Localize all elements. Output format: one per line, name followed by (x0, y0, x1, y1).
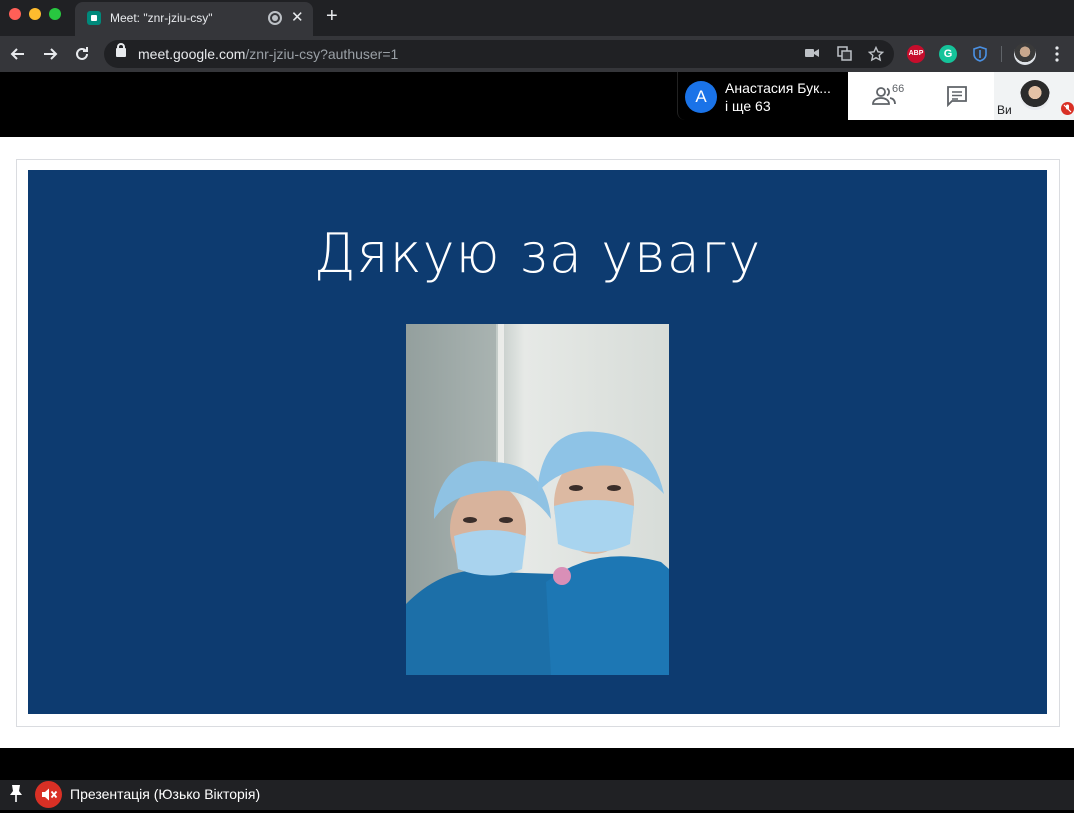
speaker-muted-button[interactable] (35, 781, 62, 808)
arrow-left-icon (10, 48, 24, 60)
address-bar[interactable]: meet.google.com/znr-jziu-csy?authuser=1 (104, 40, 894, 68)
camera-permission-icon[interactable] (804, 46, 820, 62)
star-icon (867, 45, 885, 62)
slide-photo (406, 324, 669, 675)
slide-title: Дякую за увагу (313, 222, 762, 285)
browser-tab-strip: Meet: "znr-jziu-csy" ✕ + (0, 0, 1074, 36)
arrow-right-icon (44, 48, 58, 60)
browser-tab-meet[interactable]: Meet: "znr-jziu-csy" ✕ (75, 2, 313, 36)
chat-icon (947, 86, 967, 108)
meet-favicon-icon (87, 11, 101, 25)
translate-icon[interactable] (836, 46, 852, 62)
tab-close-icon[interactable]: ✕ (291, 8, 304, 26)
url-host: meet.google.com (138, 46, 246, 62)
forward-button[interactable] (38, 42, 62, 66)
browser-menu-icon[interactable] (1050, 42, 1064, 66)
browser-toolbar: meet.google.com/znr-jziu-csy?authuser=1 … (0, 36, 1074, 72)
self-label: Ви (997, 103, 1012, 117)
shield-extension-icon[interactable] (971, 45, 989, 63)
self-avatar (1020, 80, 1050, 110)
participant-avatar: A (685, 81, 717, 113)
speaker-off-icon (42, 788, 58, 801)
profile-avatar[interactable] (1014, 43, 1036, 65)
mic-muted-glyph-icon (1063, 104, 1072, 113)
chat-button[interactable] (946, 85, 968, 108)
photo-two-nurses-image (406, 324, 669, 675)
active-participant-chip[interactable]: A Анастасия Бук... і ще 63 (677, 72, 848, 120)
reload-button[interactable] (70, 42, 94, 66)
presentation-slide: Дякую за увагу (28, 170, 1047, 714)
mic-off-icon (1061, 102, 1074, 115)
tab-title: Meet: "znr-jziu-csy" (110, 11, 213, 25)
url-text[interactable]: meet.google.com/znr-jziu-csy?authuser=1 (138, 46, 398, 62)
meet-bottom-bar: Презентація (Юзько Вікторія) (0, 780, 1074, 810)
toolbar-divider (1001, 46, 1002, 62)
window-maximize-button[interactable] (49, 8, 61, 20)
recording-indicator-icon (268, 11, 282, 25)
url-path: /znr-jziu-csy?authuser=1 (245, 46, 399, 62)
grammarly-extension-icon[interactable]: G (939, 45, 957, 63)
translate-glyph-icon (836, 46, 852, 61)
adblock-extension-icon[interactable]: ABP (907, 45, 925, 63)
participant-name: Анастасия Бук... (725, 80, 831, 96)
participant-more-count: і ще 63 (725, 98, 771, 114)
window-close-button[interactable] (9, 8, 21, 20)
people-count-badge: 66 (892, 83, 905, 95)
video-camera-icon (805, 49, 819, 57)
pin-icon (10, 785, 22, 802)
window-minimize-button[interactable] (29, 8, 41, 20)
new-tab-button[interactable]: + (326, 6, 338, 26)
meet-controls-panel: 66 Ви (848, 72, 1074, 120)
lock-icon[interactable] (116, 43, 126, 57)
pin-button[interactable] (8, 784, 24, 804)
back-button[interactable] (6, 42, 30, 66)
presentation-owner-label: Презентація (Юзько Вікторія) (70, 786, 261, 802)
shield-icon (973, 46, 987, 62)
reload-icon (76, 47, 88, 60)
kebab-menu-icon (1055, 46, 1059, 62)
self-view-tile[interactable]: Ви (994, 72, 1074, 120)
bookmark-star-icon[interactable] (867, 45, 885, 62)
